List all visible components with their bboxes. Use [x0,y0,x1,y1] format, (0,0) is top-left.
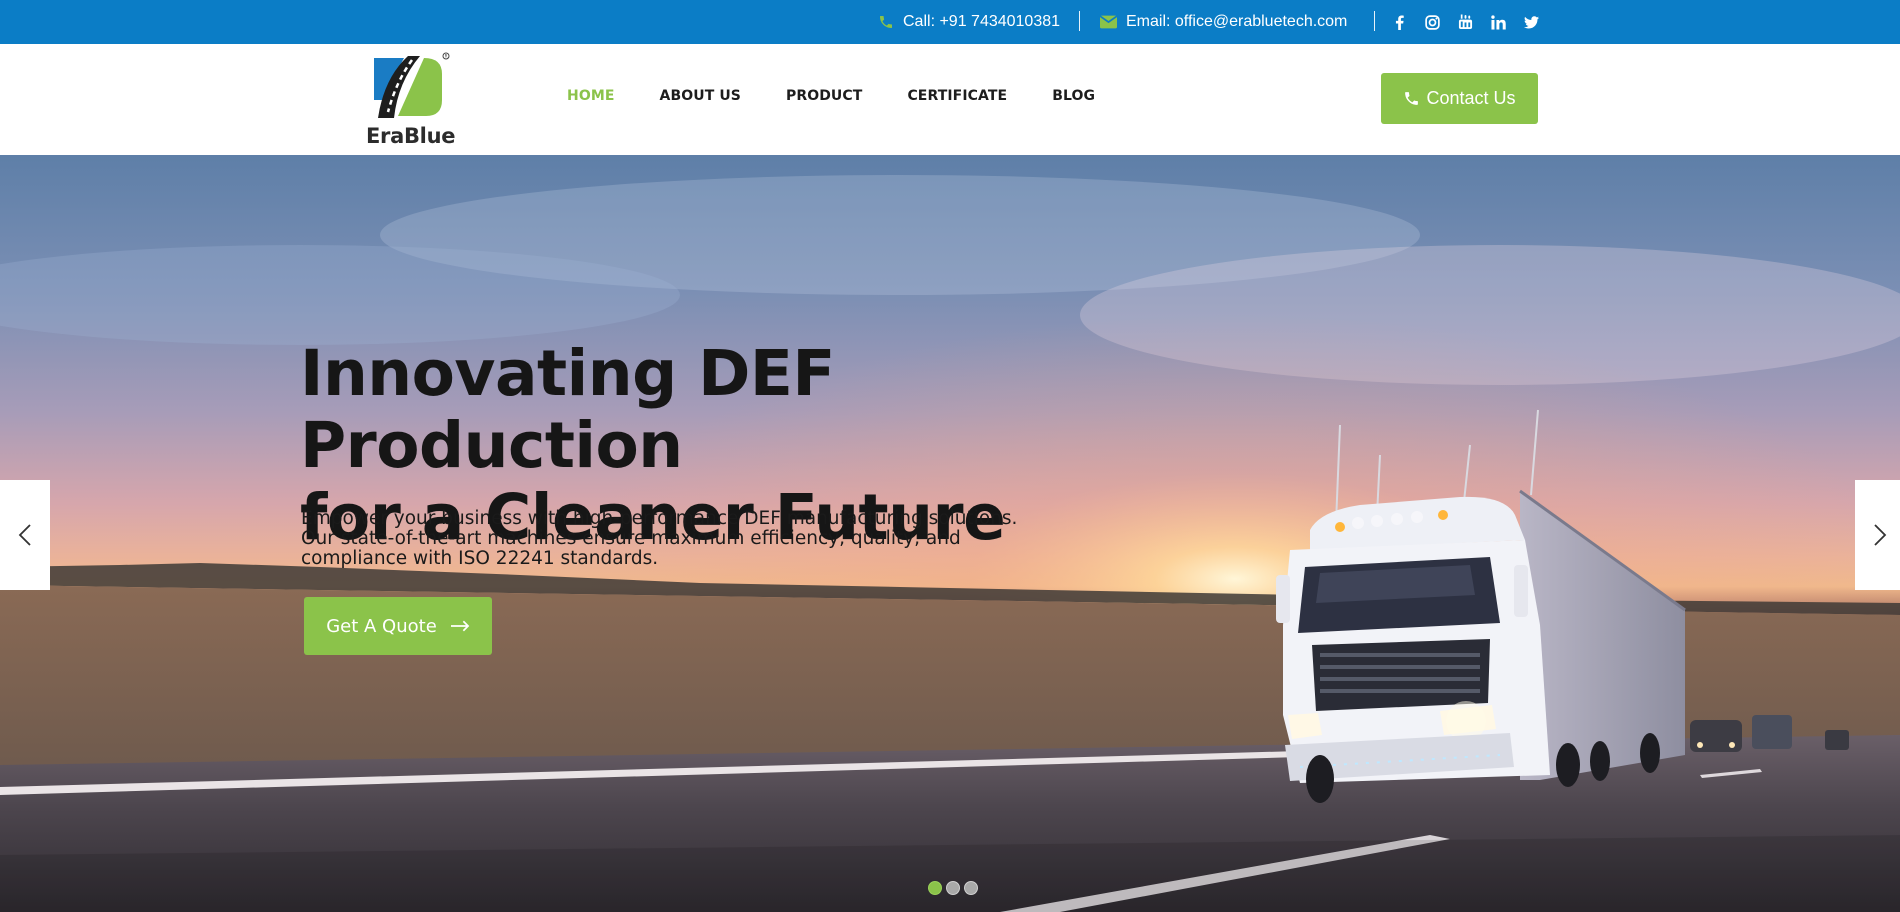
contact-us-button[interactable]: Contact Us [1381,73,1538,124]
contact-us-label: Contact Us [1426,88,1516,108]
chevron-left-icon [18,524,31,546]
logo-mark-icon: R [374,52,450,118]
hero-description: Empower your business with high-performa… [301,509,1061,569]
slider-next-button[interactable] [1855,480,1900,590]
topbar-divider [1374,11,1375,31]
hero-title-line: Innovating DEF Production [300,337,835,482]
slider-dots [928,881,978,895]
facebook-icon[interactable] [1389,12,1409,32]
nav-item-home[interactable]: HOME [567,88,615,104]
arrow-right-icon [450,620,470,632]
get-a-quote-label: Get A Quote [326,615,437,637]
nav-item-about-us[interactable]: ABOUT US [660,88,741,104]
top-contact-bar: Call: +91 7434010381 Email: office@erabl… [0,0,1900,44]
nav-item-product[interactable]: PRODUCT [786,88,862,104]
email-text: Email: office@erabluetech.com [1126,13,1348,30]
erablue-logo[interactable]: R EraBlue [364,52,456,148]
social-links [1389,10,1541,34]
chevron-right-icon [1874,524,1887,546]
instagram-icon[interactable] [1422,12,1442,32]
hero-desc-line: compliance with ISO 22241 standards. [301,548,659,569]
phone-icon [878,14,894,30]
twitter-icon[interactable] [1521,12,1541,32]
svg-text:R: R [445,54,448,59]
linkedin-icon[interactable] [1488,12,1508,32]
nav-item-certificate[interactable]: CERTIFICATE [907,88,1007,104]
call-text: Call: +91 7434010381 [903,13,1061,30]
slider-prev-button[interactable] [0,480,50,590]
main-nav: HOME ABOUT US PRODUCT CERTIFICATE BLOG [567,88,1095,104]
hero-desc-line: Empower your business with high-performa… [301,508,1018,529]
hero-desc-line: Our state-of-the-art machines ensure max… [301,528,961,549]
phone-icon [1405,92,1419,105]
logo-text: EraBlue [366,124,456,148]
email-contact[interactable]: Email: office@erabluetech.com [1100,10,1347,34]
slider-dot[interactable] [928,881,942,895]
get-a-quote-button[interactable]: Get A Quote [304,597,492,655]
slider-dot[interactable] [946,881,960,895]
youtube-icon[interactable] [1455,12,1475,32]
slider-dot[interactable] [964,881,978,895]
site-header: R EraBlue HOME ABOUT US PRODUCT CERTIFIC… [0,44,1900,155]
topbar-divider [1079,11,1080,31]
envelope-icon [1100,15,1117,29]
hero-slider: Innovating DEF Production for a Cleaner … [0,155,1900,912]
call-contact[interactable]: Call: +91 7434010381 [878,10,1060,34]
nav-item-blog[interactable]: BLOG [1052,88,1095,104]
